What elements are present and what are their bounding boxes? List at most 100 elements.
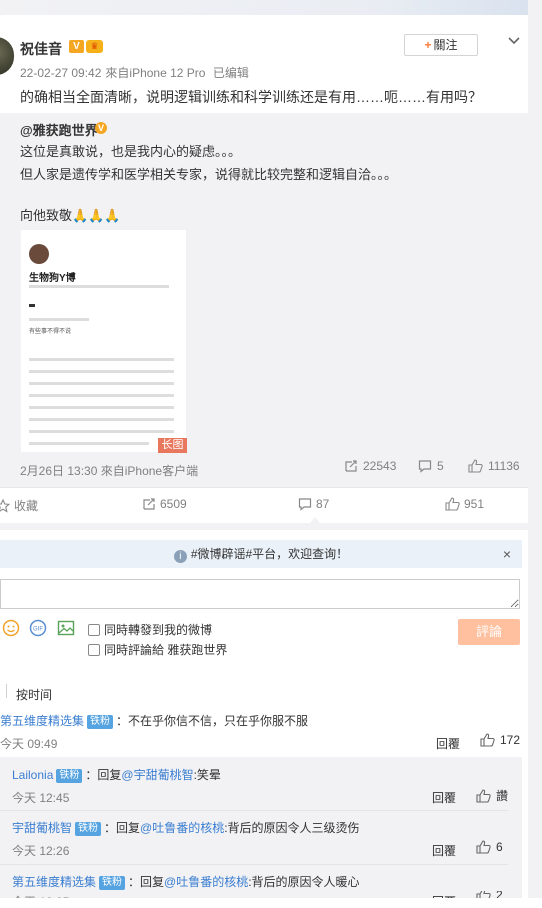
page-right-gutter	[528, 0, 542, 908]
thumb-up-icon	[480, 733, 495, 747]
long-image-line	[29, 370, 174, 373]
reply-to-user[interactable]: @吐鲁番的核桃	[164, 875, 248, 889]
long-image-line	[29, 394, 174, 397]
info-icon: i	[173, 550, 187, 563]
reply-button[interactable]: 回覆	[432, 842, 456, 859]
comment-count: 87	[316, 497, 330, 511]
comment-time: 今天 09:49	[0, 737, 58, 751]
reposted-date[interactable]: 2月26日 13:30	[20, 464, 97, 478]
comment-item: 第五维度精选集 铁粉 ：不在乎你信不信，只在乎你服不服	[0, 712, 308, 729]
member-crown-icon: ♛	[86, 40, 103, 53]
subcomment-divider	[0, 864, 508, 865]
post-source: 來自iPhone 12 Pro	[105, 66, 206, 80]
post-edited[interactable]: 已编辑	[213, 66, 249, 80]
reposted-author[interactable]: @雅获跑世界	[20, 120, 98, 139]
thumb-up-icon	[476, 891, 491, 898]
chevron-down-icon[interactable]	[506, 32, 522, 48]
comment-icon	[298, 498, 312, 511]
long-image-line	[29, 406, 174, 409]
reply-prefix: ：回复	[85, 768, 122, 782]
forward-checkbox[interactable]	[88, 623, 100, 636]
subcomment-author[interactable]: 第五维度精选集	[12, 875, 96, 889]
thumb-up-icon	[476, 788, 491, 803]
reply-to-user[interactable]: @吐鲁番的核桃	[140, 821, 224, 835]
subcomment-item: Lailonia 铁粉 ：回复@宇甜葡桃智:笑晕	[12, 766, 221, 783]
thumb-up-icon	[468, 459, 483, 473]
fan-badge: 铁粉	[99, 876, 126, 890]
svg-text:GIF: GIF	[33, 627, 43, 633]
image-icon[interactable]	[57, 619, 75, 637]
forward-icon	[345, 460, 357, 472]
comment-author[interactable]: 第五维度精选集	[0, 714, 84, 728]
comment-button[interactable]: 87	[298, 497, 329, 511]
reposted-comment-count[interactable]: 5	[418, 459, 444, 473]
long-image-line	[29, 285, 169, 288]
active-tab-caret-icon	[310, 517, 320, 523]
submit-comment-button[interactable]: 評論	[458, 619, 520, 645]
follow-label: 關注	[433, 38, 458, 52]
subcomment-like-button[interactable]: 讚	[476, 787, 508, 804]
reposted-line-1: 这位是真敢说，也是我内心的疑虑。。。	[20, 144, 242, 159]
long-image-line	[29, 418, 174, 421]
long-image-thumbnail[interactable]: 生物狗Y博 有些事不得不说	[21, 230, 186, 452]
salute-text: 向他致敬	[20, 208, 73, 223]
fan-badge: 铁粉	[75, 822, 102, 836]
reposted-forward-count[interactable]: 22543	[344, 459, 396, 473]
subcomment-time: 今天 12:26	[12, 844, 70, 858]
verified-v-icon: V	[95, 122, 107, 134]
subcomment-author[interactable]: 宇甜葡桃智	[12, 821, 72, 835]
comment-checkbox[interactable]	[88, 643, 100, 656]
reply-prefix: ：回复	[128, 875, 165, 889]
subcomment-item: 第五维度精选集 铁粉 ：回复@吐鲁番的核桃:背后的原因令人暖心	[12, 873, 360, 890]
like-count: 951	[464, 497, 485, 511]
plus-icon: +	[424, 38, 432, 52]
long-image-avatar	[29, 244, 49, 264]
author-name[interactable]: 祝佳音	[20, 39, 62, 59]
emoji-icon[interactable]	[2, 619, 20, 637]
subcomment-like-count: 2	[496, 891, 503, 898]
subcomment-item: 宇甜葡桃智 铁粉 ：回复@吐鲁番的核桃:背后的原因令人三级烫伤	[12, 819, 360, 836]
subcomment-like-button[interactable]: 6	[476, 840, 503, 854]
subcomment-like-button[interactable]: 2	[476, 891, 503, 898]
comment-text: ：不在乎你信不信，只在乎你服不服	[116, 714, 309, 728]
follow-button[interactable]: + 關注	[404, 34, 478, 56]
long-image-line	[29, 382, 174, 385]
long-image-line	[29, 442, 149, 445]
reposted-source: 來自iPhone客户端	[100, 464, 199, 478]
reposted-line-2: 但人家是遗传学和医学相关专家，说得就比较完整和逻辑自洽。。。	[20, 167, 398, 182]
forward-to-weibo-label: 同時轉發到我的微博	[104, 623, 213, 637]
gif-icon[interactable]: GIF	[29, 619, 47, 637]
comment-like-button[interactable]: 172	[480, 733, 520, 747]
reposted-like-count[interactable]: 11136	[468, 459, 520, 473]
forward-icon	[143, 498, 155, 510]
comment-input[interactable]	[0, 579, 520, 609]
sort-by-time-tab[interactable]: 按时间	[16, 686, 52, 703]
thumb-up-icon	[476, 840, 491, 854]
reply-button[interactable]: 回覆	[432, 789, 456, 806]
favorite-button[interactable]: 收藏	[0, 497, 38, 514]
comment-icon	[418, 460, 432, 473]
reply-button[interactable]: 回覆	[436, 735, 460, 752]
post-meta: 22-02-27 09:42 來自iPhone 12 Pro 已编辑	[20, 64, 253, 81]
post-date[interactable]: 22-02-27 09:42	[20, 66, 101, 80]
long-image-author: 生物狗Y博	[29, 273, 76, 284]
forward-button[interactable]: 6509	[142, 497, 187, 511]
page-top-decoration	[0, 0, 542, 15]
close-icon[interactable]: ×	[500, 540, 514, 568]
fan-badge: 铁粉	[87, 715, 114, 729]
like-button[interactable]: 951	[445, 497, 484, 511]
reply-prefix: ：回复	[104, 821, 141, 835]
verified-badge-icon: V	[69, 40, 84, 53]
favorite-label: 收藏	[14, 499, 39, 513]
reposted-line-3: 向他致敬🙏🙏🙏	[20, 205, 121, 224]
rumor-notice-text: #微博辟谣#平台，欢迎查询！	[190, 547, 349, 561]
forward-to-weibo-option[interactable]: 同時轉發到我的微博	[88, 621, 212, 638]
long-image-dash	[29, 304, 35, 307]
reply-to-user[interactable]: @宇甜葡桃智	[121, 768, 193, 782]
subcomment-author[interactable]: Lailonia	[12, 768, 53, 782]
reposted-like-value: 11136	[488, 459, 520, 473]
subcomment-text: :笑晕	[193, 768, 221, 782]
thumb-up-icon	[445, 497, 460, 511]
comment-to-author-option[interactable]: 同時評論給 雅获跑世界	[88, 641, 227, 658]
subcomment-time: 今天 12:45	[12, 791, 70, 805]
